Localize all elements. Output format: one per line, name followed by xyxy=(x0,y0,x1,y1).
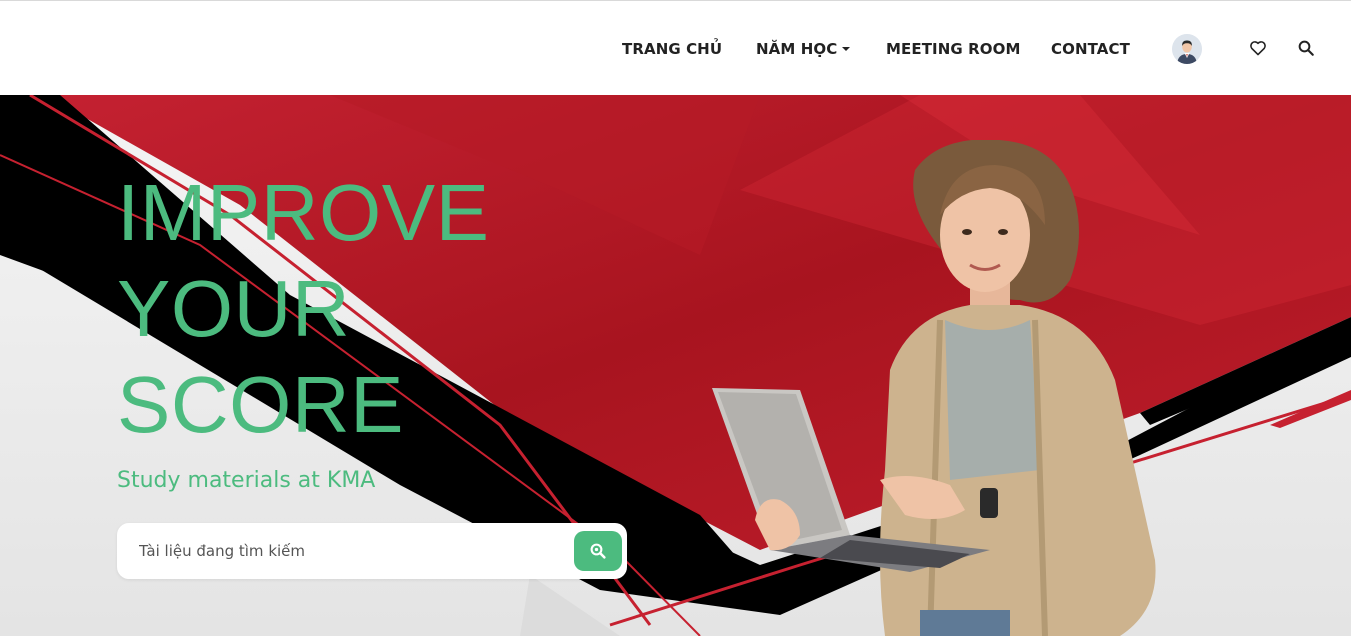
user-avatar[interactable] xyxy=(1172,34,1202,64)
hero-title: IMPROVE YOUR SCORE xyxy=(117,165,637,453)
hero-title-line: YOUR xyxy=(117,264,351,353)
hero-title-line: IMPROVE xyxy=(117,168,490,257)
hero-banner: IMPROVE YOUR SCORE Study materials at KM… xyxy=(0,95,1351,636)
student-with-laptop-image xyxy=(712,140,1156,636)
caret-down-icon xyxy=(842,47,851,51)
hero-search-box xyxy=(117,523,627,579)
header-search-button[interactable] xyxy=(1296,38,1316,58)
search-icon xyxy=(1298,40,1314,56)
hero-title-line: SCORE xyxy=(117,360,404,449)
hero-subtitle: Study materials at KMA xyxy=(117,468,376,493)
nav-item-school-year-label: NĂM HỌC xyxy=(756,40,838,58)
nav-item-contact[interactable]: CONTACT xyxy=(1051,40,1130,58)
search-icon xyxy=(590,543,606,559)
hero-search-button[interactable] xyxy=(574,531,622,571)
site-header: TRANG CHỦ NĂM HỌC MEETING ROOM CONTACT xyxy=(0,0,1351,95)
nav-item-meeting-room[interactable]: MEETING ROOM xyxy=(886,40,1021,58)
hero-search-input[interactable] xyxy=(139,535,569,567)
favorites-button[interactable] xyxy=(1248,38,1268,58)
heart-icon xyxy=(1250,41,1266,56)
avatar-icon xyxy=(1172,34,1202,64)
nav-item-home[interactable]: TRANG CHỦ xyxy=(622,40,722,58)
nav-item-school-year[interactable]: NĂM HỌC xyxy=(756,40,851,58)
